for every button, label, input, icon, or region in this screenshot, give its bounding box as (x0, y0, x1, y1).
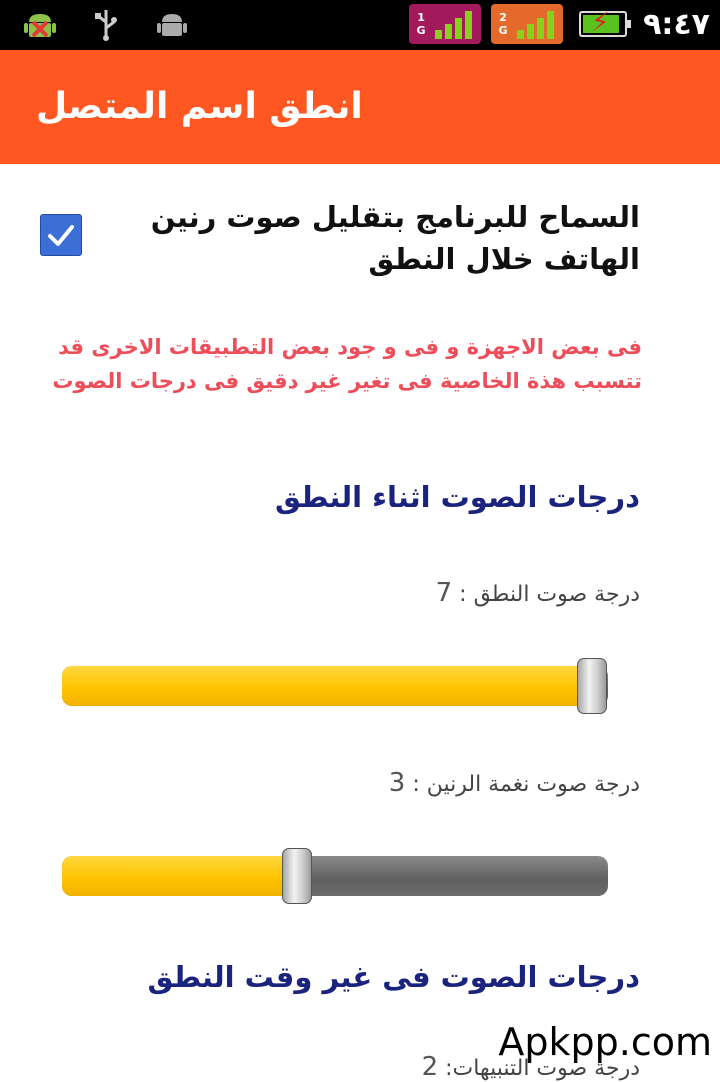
signal-bars-icon (517, 9, 555, 39)
speech-volume-value: 7 (435, 578, 453, 608)
sim2-label: 2 G (498, 11, 508, 37)
speech-volume-label: درجة صوت النطق : 7 (436, 578, 640, 608)
page-title: انطق اسم المتصل (36, 86, 363, 127)
slider-thumb[interactable] (577, 658, 607, 714)
status-bar: 1 G 2 G ⚡ ٩:٤٧ (0, 0, 720, 50)
sim1-label: 1 G (416, 11, 426, 37)
section-speaking-title: درجات الصوت اثناء النطق (275, 480, 640, 514)
usb-icon (88, 8, 124, 42)
sim1-signal: 1 G (409, 4, 482, 44)
section-idle-title: درجات الصوت فى غير وقت النطق (147, 960, 640, 994)
battery-charging-icon: ⚡ (579, 9, 632, 37)
slider-thumb[interactable] (282, 848, 312, 904)
slider-fill (62, 666, 592, 706)
warning-text: فى بعض الاجهزة و فى و جود بعض التطبيقات … (52, 335, 642, 393)
check-icon (48, 225, 74, 246)
sim2-signal: 2 G (491, 4, 564, 44)
ringtone-volume-value: 3 (388, 768, 406, 798)
reduce-ringtone-label: السماح للبرنامج بتقليل صوت رنين الهاتف خ… (150, 200, 640, 276)
speech-volume-slider[interactable] (62, 658, 608, 714)
signal-bars-icon (435, 9, 473, 39)
slider-fill (62, 856, 297, 896)
ringtone-volume-slider[interactable] (62, 848, 608, 904)
title-bar: انطق اسم المتصل (0, 50, 720, 164)
android-icon (154, 8, 190, 42)
ringtone-volume-label-text: درجة صوت نغمة الرنين : (405, 772, 640, 797)
watermark: Apkpp.com (498, 1020, 712, 1064)
ringtone-volume-label: درجة صوت نغمة الرنين : 3 (389, 768, 640, 798)
android-debug-icon (22, 8, 58, 42)
status-right: 1 G 2 G ⚡ ٩:٤٧ (409, 4, 710, 44)
reduce-ringtone-checkbox[interactable] (40, 214, 82, 256)
reduce-ringtone-setting[interactable]: السماح للبرنامج بتقليل صوت رنين الهاتف خ… (40, 196, 680, 286)
notification-volume-value: 2 (421, 1052, 439, 1082)
status-left-icons (22, 8, 190, 42)
clock: ٩:٤٧ (643, 6, 710, 42)
speech-volume-label-text: درجة صوت النطق : (452, 582, 640, 607)
